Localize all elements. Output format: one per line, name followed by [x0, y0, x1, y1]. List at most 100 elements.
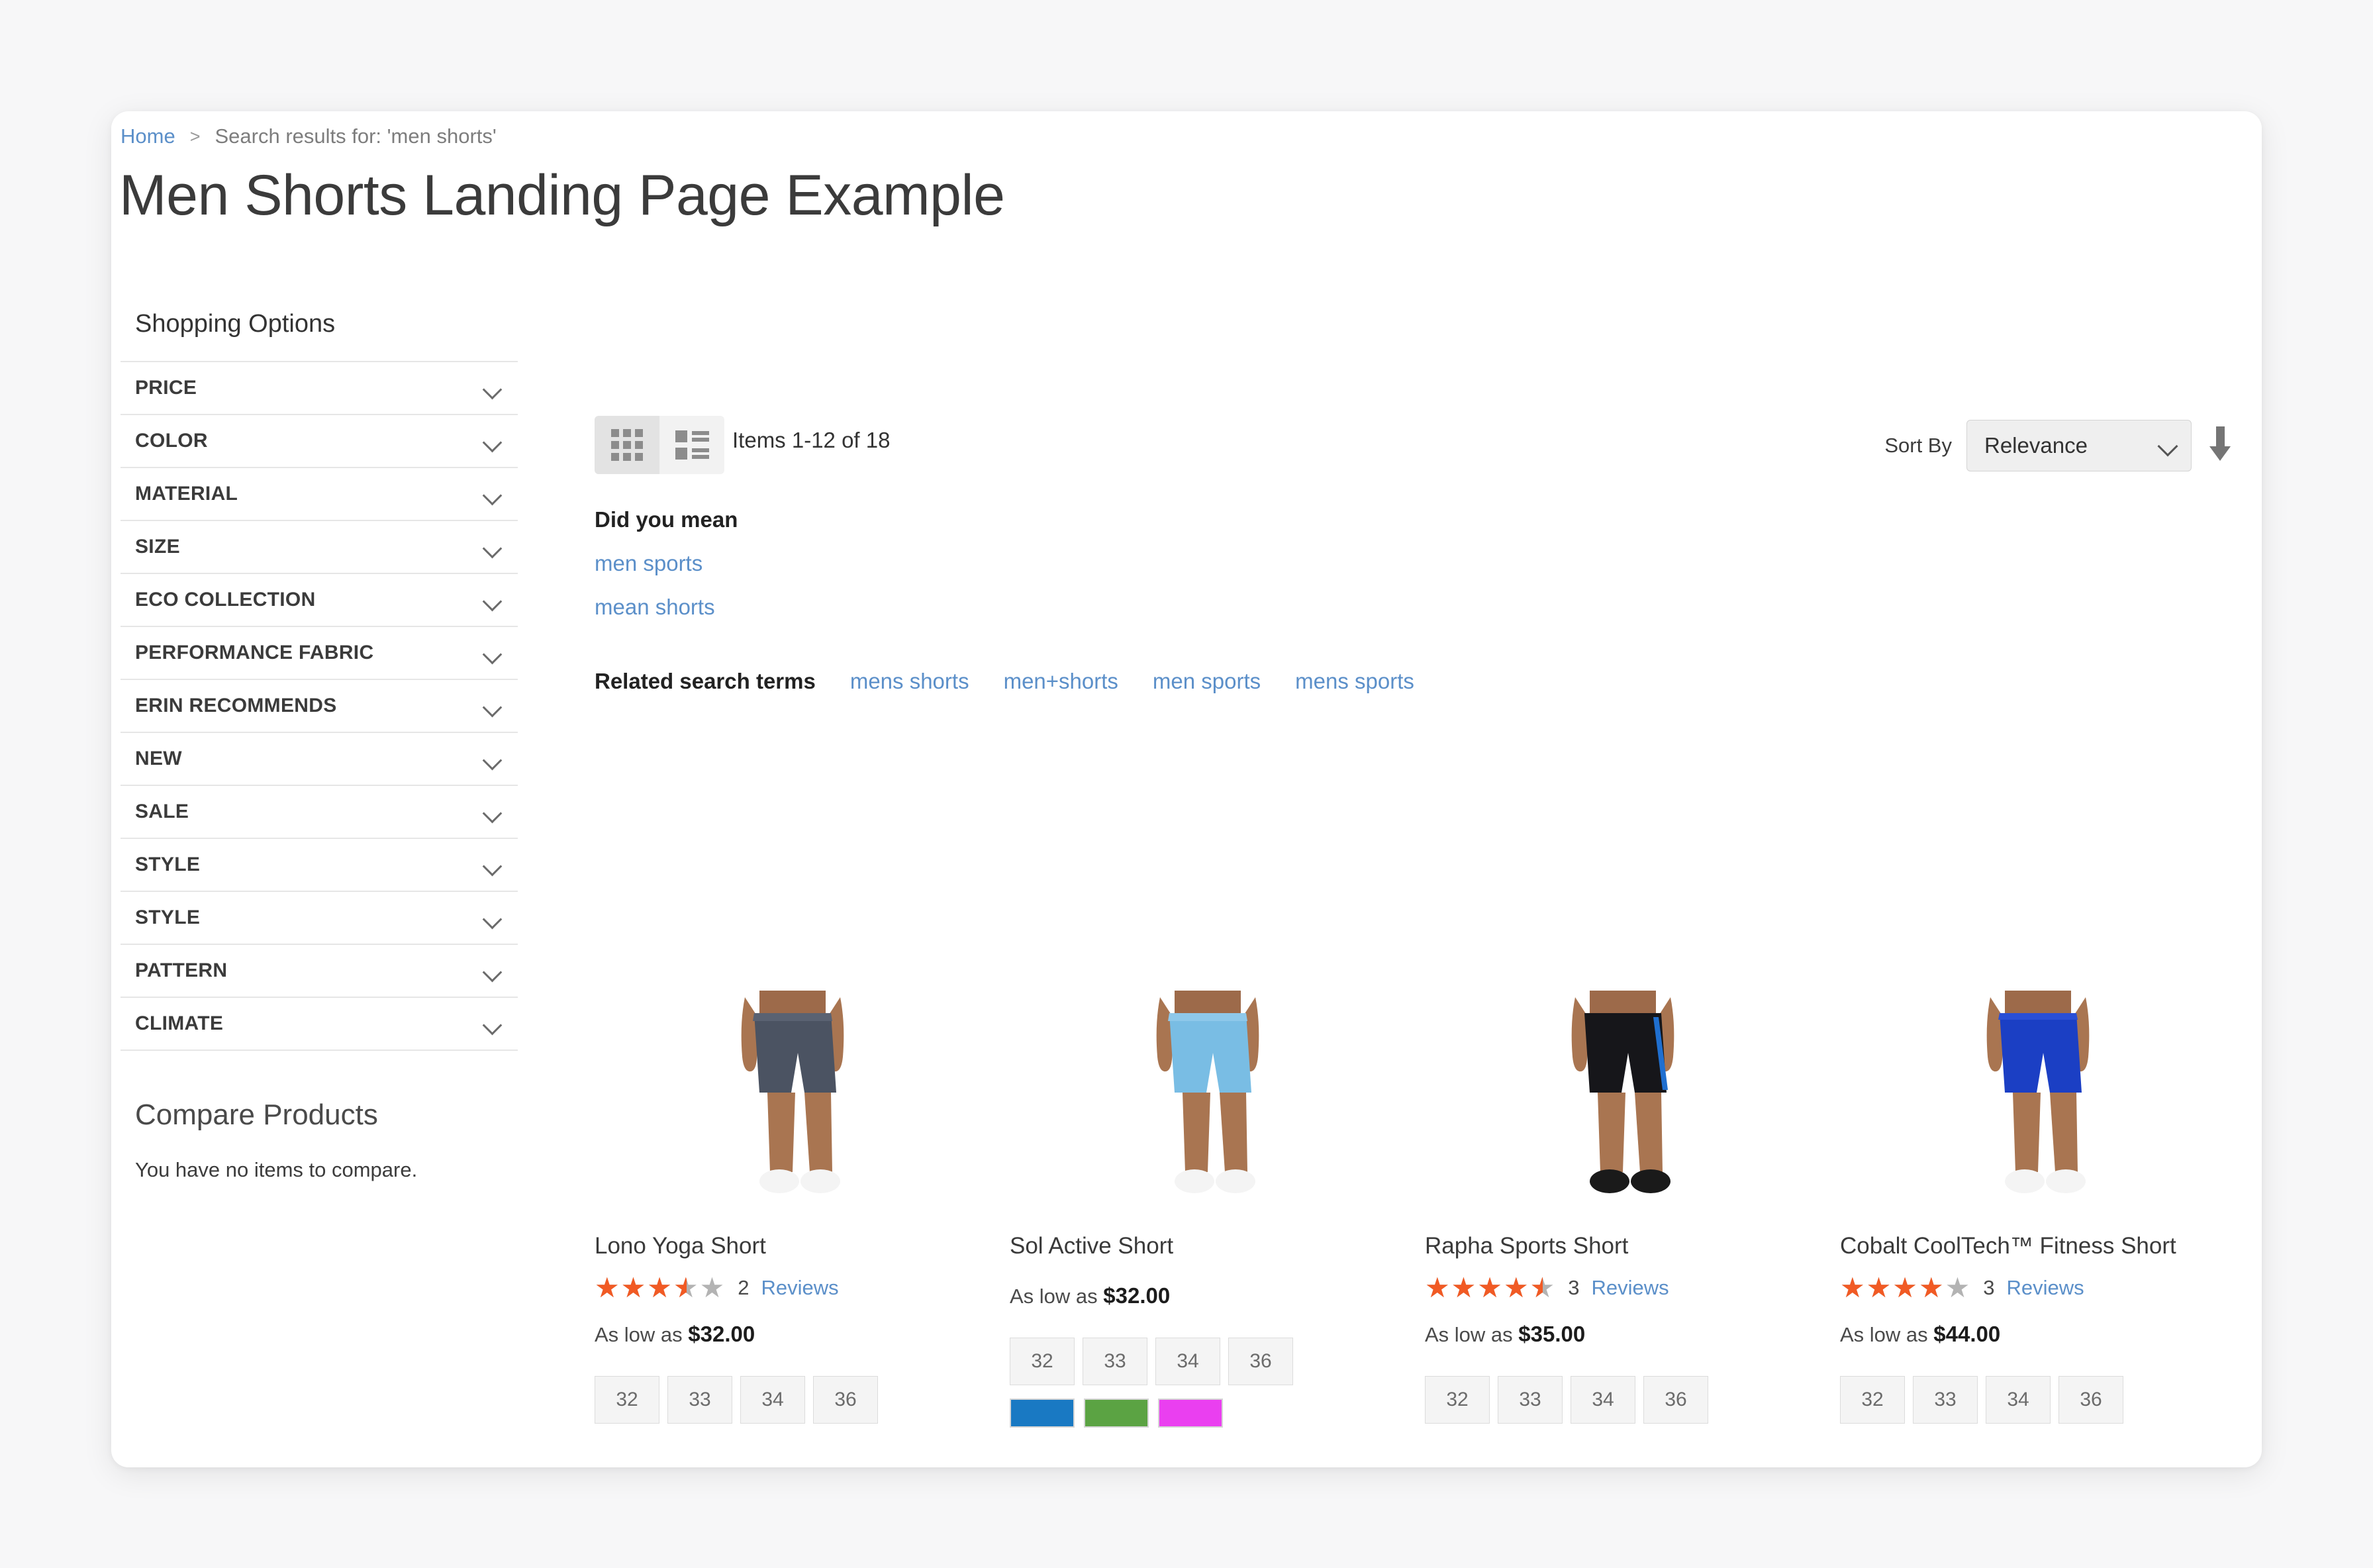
filter-label: NEW: [135, 748, 182, 769]
filter-item-style-2[interactable]: STYLE: [121, 892, 518, 945]
size-swatch[interactable]: 36: [1228, 1338, 1293, 1385]
filter-label: ECO COLLECTION: [135, 589, 316, 611]
size-swatch[interactable]: 33: [1083, 1338, 1147, 1385]
model-photo-icon: [693, 991, 892, 1209]
filter-item-price[interactable]: PRICE: [121, 362, 518, 415]
size-swatch[interactable]: 33: [1498, 1376, 1563, 1424]
filter-item-eco-collection[interactable]: ECO COLLECTION: [121, 574, 518, 627]
related-search-heading: Related search terms: [595, 669, 816, 693]
related-term-2[interactable]: men+shorts: [1004, 669, 1118, 694]
star-rating-icon: ★★★★★ ★★★★★: [595, 1272, 726, 1303]
size-swatch[interactable]: 32: [1425, 1376, 1490, 1424]
product-name[interactable]: Cobalt CoolTech™ Fitness Short: [1840, 1233, 2235, 1259]
filter-item-new[interactable]: NEW: [121, 733, 518, 786]
did-you-mean-suggestion-2[interactable]: mean shorts: [595, 595, 2235, 620]
related-term-3[interactable]: men sports: [1153, 669, 1261, 694]
shopping-options-heading: Shopping Options: [135, 310, 336, 338]
sort-by-select[interactable]: Relevance: [1966, 420, 2192, 471]
color-swatch-green[interactable]: [1084, 1398, 1149, 1428]
product-name[interactable]: Sol Active Short: [1010, 1233, 1405, 1259]
size-swatch[interactable]: 34: [1155, 1338, 1220, 1385]
chevron-down-icon: [483, 594, 503, 606]
list-view-button[interactable]: [659, 416, 724, 474]
product-name[interactable]: Lono Yoga Short: [595, 1233, 990, 1259]
breadcrumb-separator-icon: >: [189, 126, 201, 146]
product-rating[interactable]: ★★★★★ ★★★★★ 2 Reviews: [595, 1274, 990, 1302]
product-rating[interactable]: ★★★★★ ★★★★★ 3 Reviews: [1840, 1274, 2235, 1302]
product-image[interactable]: [1010, 746, 1405, 1209]
reviews-link[interactable]: Reviews: [2007, 1276, 2084, 1300]
filter-item-color[interactable]: COLOR: [121, 415, 518, 468]
chevron-down-icon: [483, 753, 503, 765]
filter-label: MATERIAL: [135, 483, 238, 505]
size-swatch[interactable]: 36: [2058, 1376, 2123, 1424]
items-count-label: Items 1-12 of 18: [732, 428, 891, 452]
chevron-down-icon: [2157, 436, 2178, 457]
size-swatch[interactable]: 32: [1010, 1338, 1075, 1385]
product-card[interactable]: Sol Active Short As low as $32.00 32 33 …: [1010, 746, 1405, 1428]
product-image[interactable]: [1840, 746, 2235, 1209]
related-term-1[interactable]: mens shorts: [850, 669, 969, 694]
size-swatch[interactable]: 33: [667, 1376, 732, 1424]
size-swatch[interactable]: 34: [740, 1376, 805, 1424]
price-value: $44.00: [1933, 1322, 2001, 1346]
filter-item-pattern[interactable]: PATTERN: [121, 945, 518, 998]
size-swatch[interactable]: 33: [1913, 1376, 1978, 1424]
grid-view-button[interactable]: [595, 416, 659, 474]
size-swatch[interactable]: 32: [1840, 1376, 1905, 1424]
sort-direction-button[interactable]: [2206, 426, 2235, 465]
did-you-mean-heading: Did you mean: [595, 507, 738, 532]
model-photo-icon: [1108, 991, 1307, 1209]
chevron-down-icon: [483, 647, 503, 659]
list-view-icon: [675, 430, 709, 460]
breadcrumb: Home > Search results for: 'men shorts': [121, 124, 497, 148]
size-swatch[interactable]: 36: [813, 1376, 878, 1424]
filter-label: PATTERN: [135, 959, 228, 981]
product-price: As low as $32.00: [1010, 1283, 1405, 1308]
product-name[interactable]: Rapha Sports Short: [1425, 1233, 1820, 1259]
filter-label: COLOR: [135, 430, 208, 452]
product-image[interactable]: [595, 746, 990, 1209]
filter-item-sale[interactable]: SALE: [121, 786, 518, 839]
color-swatches: [1010, 1398, 1405, 1428]
size-swatch[interactable]: 34: [1571, 1376, 1635, 1424]
size-swatch[interactable]: 32: [595, 1376, 659, 1424]
color-swatch-magenta[interactable]: [1158, 1398, 1223, 1428]
product-card[interactable]: Lono Yoga Short ★★★★★ ★★★★★ 2 Reviews As…: [595, 746, 990, 1428]
filter-label: ERIN RECOMMENDS: [135, 695, 337, 716]
chevron-down-icon: [483, 382, 503, 394]
size-swatch[interactable]: 36: [1643, 1376, 1708, 1424]
size-swatches: 32 33 34 36: [1425, 1376, 1820, 1424]
size-swatches: 32 33 34 36: [1010, 1338, 1405, 1385]
product-rating[interactable]: ★★★★★ ★★★★★ 3 Reviews: [1425, 1274, 1820, 1302]
filter-item-size[interactable]: SIZE: [121, 521, 518, 574]
page-title: Men Shorts Landing Page Example: [119, 164, 1005, 227]
filter-item-style-1[interactable]: STYLE: [121, 839, 518, 892]
model-photo-icon: [1523, 991, 1722, 1209]
filter-label: SIZE: [135, 536, 180, 558]
related-term-4[interactable]: mens sports: [1295, 669, 1414, 694]
chevron-down-icon: [483, 488, 503, 500]
reviews-link[interactable]: Reviews: [1592, 1276, 1669, 1300]
color-swatch-blue[interactable]: [1010, 1398, 1075, 1428]
review-count: 3: [1983, 1276, 1995, 1299]
product-image[interactable]: [1425, 746, 1820, 1209]
compare-products-heading: Compare Products: [135, 1099, 378, 1131]
filter-item-erin-recommends[interactable]: ERIN RECOMMENDS: [121, 680, 518, 733]
filter-list: PRICE COLOR MATERIAL SIZE ECO COLLECTION…: [121, 361, 518, 1051]
price-value: $35.00: [1518, 1322, 1586, 1346]
filter-item-performance-fabric[interactable]: PERFORMANCE FABRIC: [121, 627, 518, 680]
size-swatch[interactable]: 34: [1986, 1376, 2051, 1424]
product-card[interactable]: Cobalt CoolTech™ Fitness Short ★★★★★ ★★★…: [1840, 746, 2235, 1428]
chevron-down-icon: [483, 700, 503, 712]
star-rating-icon: ★★★★★ ★★★★★: [1840, 1272, 1972, 1303]
reviews-link[interactable]: Reviews: [761, 1276, 839, 1300]
product-card[interactable]: Rapha Sports Short ★★★★★ ★★★★★ 3 Reviews…: [1425, 746, 1820, 1428]
did-you-mean-suggestion-1[interactable]: men sports: [595, 551, 2235, 576]
filter-item-material[interactable]: MATERIAL: [121, 468, 518, 521]
price-prefix: As low as: [1425, 1323, 1513, 1346]
breadcrumb-home-link[interactable]: Home: [121, 124, 175, 148]
price-prefix: As low as: [1010, 1285, 1098, 1308]
product-price: As low as $44.00: [1840, 1322, 2235, 1347]
filter-item-climate[interactable]: CLIMATE: [121, 998, 518, 1051]
